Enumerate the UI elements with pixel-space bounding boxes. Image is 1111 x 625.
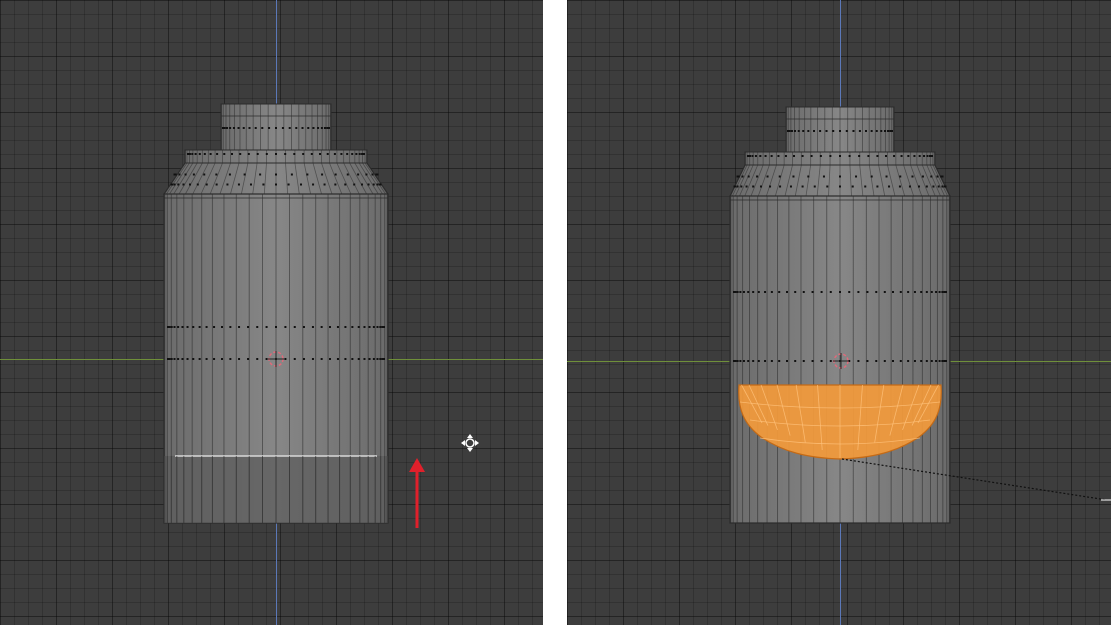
move-cursor-icon: [461, 434, 479, 452]
knife-cut-line: [841, 458, 1108, 501]
viewport-left[interactable]: [0, 0, 543, 625]
knife-cut-layer: [841, 458, 1111, 501]
annotation-layer: [409, 434, 479, 528]
red-arrow-up-icon: [409, 458, 425, 528]
viewport-right[interactable]: [567, 0, 1111, 625]
